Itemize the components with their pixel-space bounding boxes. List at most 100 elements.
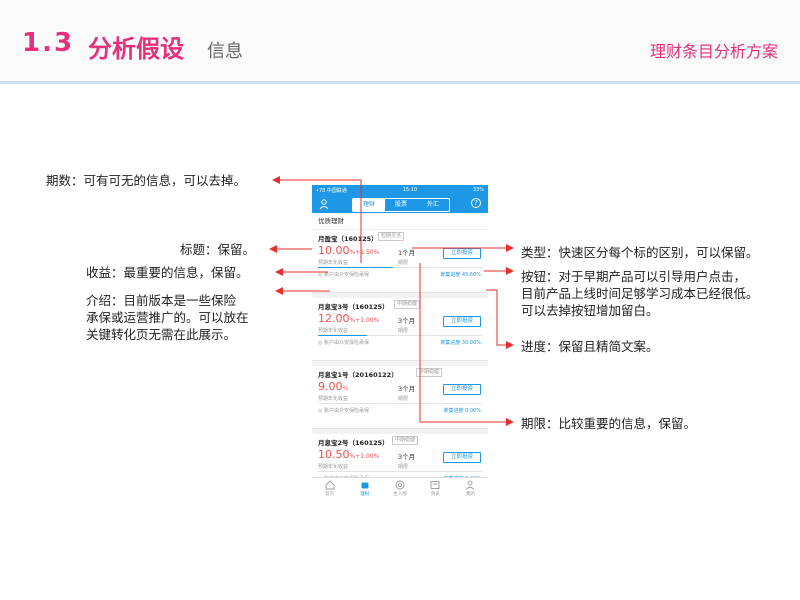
annotation-button: 按钮：对于早期产品可以引导用户点击， 目前产品上线时间足够学习成本已经很低。 可… bbox=[521, 268, 759, 319]
annotation-intro-line2: 承保或运营推广的。可以放在 bbox=[86, 310, 249, 325]
carrier-label: •78 中国联通 bbox=[316, 187, 347, 194]
progress-text: 筹集进度 45.60% bbox=[440, 272, 481, 278]
bottom-tabbar: 首页 理财 生人圈 资讯 我的 bbox=[312, 477, 488, 501]
annotation-yield: 收益：最重要的信息，保留。 bbox=[86, 265, 249, 280]
home-icon bbox=[325, 480, 335, 490]
rate-percent: % bbox=[342, 385, 349, 392]
invest-button[interactable]: 立即投资 bbox=[443, 248, 481, 259]
arrow-progress bbox=[486, 289, 514, 349]
header-divider bbox=[0, 81, 800, 84]
invest-button[interactable]: 立即投资 bbox=[443, 452, 481, 463]
slide: 1.3 分析假设 信息 理财条目分析方案 期数：可有可无的信息，可以去掉。 标题… bbox=[0, 0, 800, 600]
product-list: 月盈宝（160125） 短期灵活 10.00%+1.50% 预期年化收益 1个月 期限 立即… bbox=[312, 230, 488, 497]
product-term: 3个月 bbox=[398, 453, 416, 461]
product-term: 1个月 bbox=[398, 249, 416, 257]
product-rate: 9.00% bbox=[318, 380, 348, 393]
annotation-term: 期限：比较重要的信息，保留。 bbox=[521, 416, 697, 431]
product-card[interactable]: 月息宝1号（20160122） 中期稳健 9.00% 预期年化收益 3个月 期限 立即投资 ◎… bbox=[312, 366, 488, 429]
progress-bar bbox=[318, 335, 482, 336]
guarantee-label: 账户由众安保险承保 bbox=[323, 408, 369, 414]
progress-text: 筹集进度 30.00% bbox=[440, 340, 481, 346]
annotation-intro-line3: 关键转化页无需在此展示。 bbox=[86, 327, 237, 342]
progress-bar bbox=[318, 471, 482, 472]
progress-fill bbox=[318, 267, 393, 268]
wallet-icon bbox=[361, 482, 369, 489]
progress-bar bbox=[318, 267, 482, 268]
product-rate: 10.50%+1.00% bbox=[318, 448, 379, 461]
annotation-button-line1: 按钮：对于早期产品可以引导用户点击， bbox=[521, 269, 747, 284]
tab-licai[interactable]: 理财 bbox=[353, 199, 385, 211]
product-type-tag: 中期稳健 bbox=[394, 300, 421, 309]
invest-button[interactable]: 立即投资 bbox=[443, 384, 481, 395]
annotation-period: 期数：可有可无的信息，可以去掉。 bbox=[46, 173, 247, 188]
rate-value: 12.00 bbox=[318, 312, 350, 325]
product-card[interactable]: 月息宝3号（160125） 中期稳健 12.00%+1.00% 预期年化收益 3个月期限… bbox=[312, 298, 488, 361]
product-type-tag: 中期稳健 bbox=[416, 368, 443, 377]
invest-button[interactable]: 立即投资 bbox=[443, 316, 481, 327]
product-rate: 10.00%+1.50% bbox=[318, 244, 379, 257]
phone-screenshot: •78 中国联通 15:10 33% 理财 股票 外汇 ? 优质理财 月盈宝（1… bbox=[312, 185, 488, 501]
page-subtitle: 信息 bbox=[207, 41, 243, 62]
rate-value: 9.00 bbox=[318, 380, 343, 393]
annotation-intro-line1: 介绍：目前版本是一些保险 bbox=[86, 293, 237, 308]
segment-tabs: 理财 股票 外汇 bbox=[352, 198, 450, 212]
progress-bar bbox=[318, 403, 482, 404]
term-label: 期限 bbox=[398, 464, 409, 470]
annotation-title: 标题：保留。 bbox=[180, 242, 256, 257]
product-name: 月盈宝（160125） bbox=[318, 235, 378, 243]
product-type-tag: 短期灵活 bbox=[378, 232, 405, 241]
product-term: 3个月 bbox=[398, 317, 416, 325]
progress-fill bbox=[318, 335, 368, 336]
product-rate: 12.00%+1.00% bbox=[318, 312, 379, 325]
annotation-type: 类型：快速区分每个标的区别，可以保留。 bbox=[521, 245, 759, 260]
guarantee-label: 账户由众安保险承保 bbox=[323, 340, 369, 346]
tabbar-label: 首页 bbox=[325, 492, 335, 497]
annotation-button-line2: 目前产品上线时间足够学习成本已经很低。 bbox=[521, 286, 759, 301]
term-label: 期限 bbox=[398, 328, 409, 334]
tab-forex[interactable]: 外汇 bbox=[417, 199, 449, 211]
tab-stocks[interactable]: 股票 bbox=[385, 199, 417, 211]
help-icon[interactable]: ? bbox=[471, 198, 481, 208]
tabbar-item[interactable]: 生人圈 bbox=[382, 478, 417, 501]
rate-label: 预期年化收益 bbox=[318, 464, 349, 470]
annotation-progress: 进度：保留且精简文案。 bbox=[521, 339, 659, 354]
rate-label: 预期年化收益 bbox=[318, 328, 349, 334]
page-title: 分析假设 bbox=[88, 35, 184, 63]
guarantee-label: 账户由众安保险承保 bbox=[323, 272, 369, 278]
guarantee-text: ◎ 账户由众安保险承保 bbox=[318, 339, 369, 346]
guarantee-text: ◎ 账户由众安保险承保 bbox=[318, 407, 369, 414]
rate-value: 10.00 bbox=[318, 244, 350, 257]
tabbar-label: 生人圈 bbox=[393, 492, 407, 497]
product-name: 月息宝2号（160125） bbox=[318, 439, 389, 447]
product-term: 3个月 bbox=[398, 385, 416, 393]
product-name: 月息宝1号（20160122） bbox=[318, 371, 398, 379]
status-bar: •78 中国联通 15:10 33% bbox=[312, 185, 488, 195]
tabbar-item[interactable]: 资讯 bbox=[418, 478, 453, 501]
annotation-button-line3: 可以去掉按钮增加留白。 bbox=[521, 303, 659, 318]
rate-value: 10.50 bbox=[318, 448, 350, 461]
tabbar-item[interactable]: 首页 bbox=[312, 478, 347, 501]
profile-icon bbox=[466, 480, 475, 490]
section-title: 优质理财 bbox=[312, 213, 488, 230]
tabbar-item[interactable]: 我的 bbox=[453, 478, 488, 501]
progress-text: 筹集进度 0.00% bbox=[443, 408, 481, 414]
tabbar-item[interactable]: 理财 bbox=[347, 478, 382, 501]
rate-bonus: +1.00% bbox=[355, 317, 380, 324]
battery-label: 33% bbox=[472, 187, 484, 193]
annotation-intro: 介绍：目前版本是一些保险 承保或运营推广的。可以放在 关键转化页无需在此展示。 bbox=[86, 292, 249, 343]
status-time: 15:10 bbox=[402, 187, 418, 193]
section-number: 1.3 bbox=[22, 28, 75, 58]
tabbar-label: 我的 bbox=[465, 492, 475, 497]
news-icon bbox=[430, 481, 440, 489]
product-card[interactable]: 月盈宝（160125） 短期灵活 10.00%+1.50% 预期年化收益 1个月 期限 立即… bbox=[312, 230, 488, 293]
tabbar-label: 理财 bbox=[360, 492, 370, 497]
deck-title: 理财条目分析方案 bbox=[649, 42, 778, 61]
term-label: 期限 bbox=[398, 260, 409, 266]
product-name: 月息宝3号（160125） bbox=[318, 303, 389, 311]
rate-bonus: +1.50% bbox=[355, 249, 380, 256]
app-header: 理财 股票 外汇 ? bbox=[312, 195, 488, 213]
guarantee-text: ◎ 账户由众安保险承保 bbox=[318, 271, 369, 278]
users-icon[interactable] bbox=[319, 198, 331, 210]
tabbar-label: 资讯 bbox=[430, 492, 440, 497]
rate-bonus: +1.00% bbox=[355, 453, 380, 460]
